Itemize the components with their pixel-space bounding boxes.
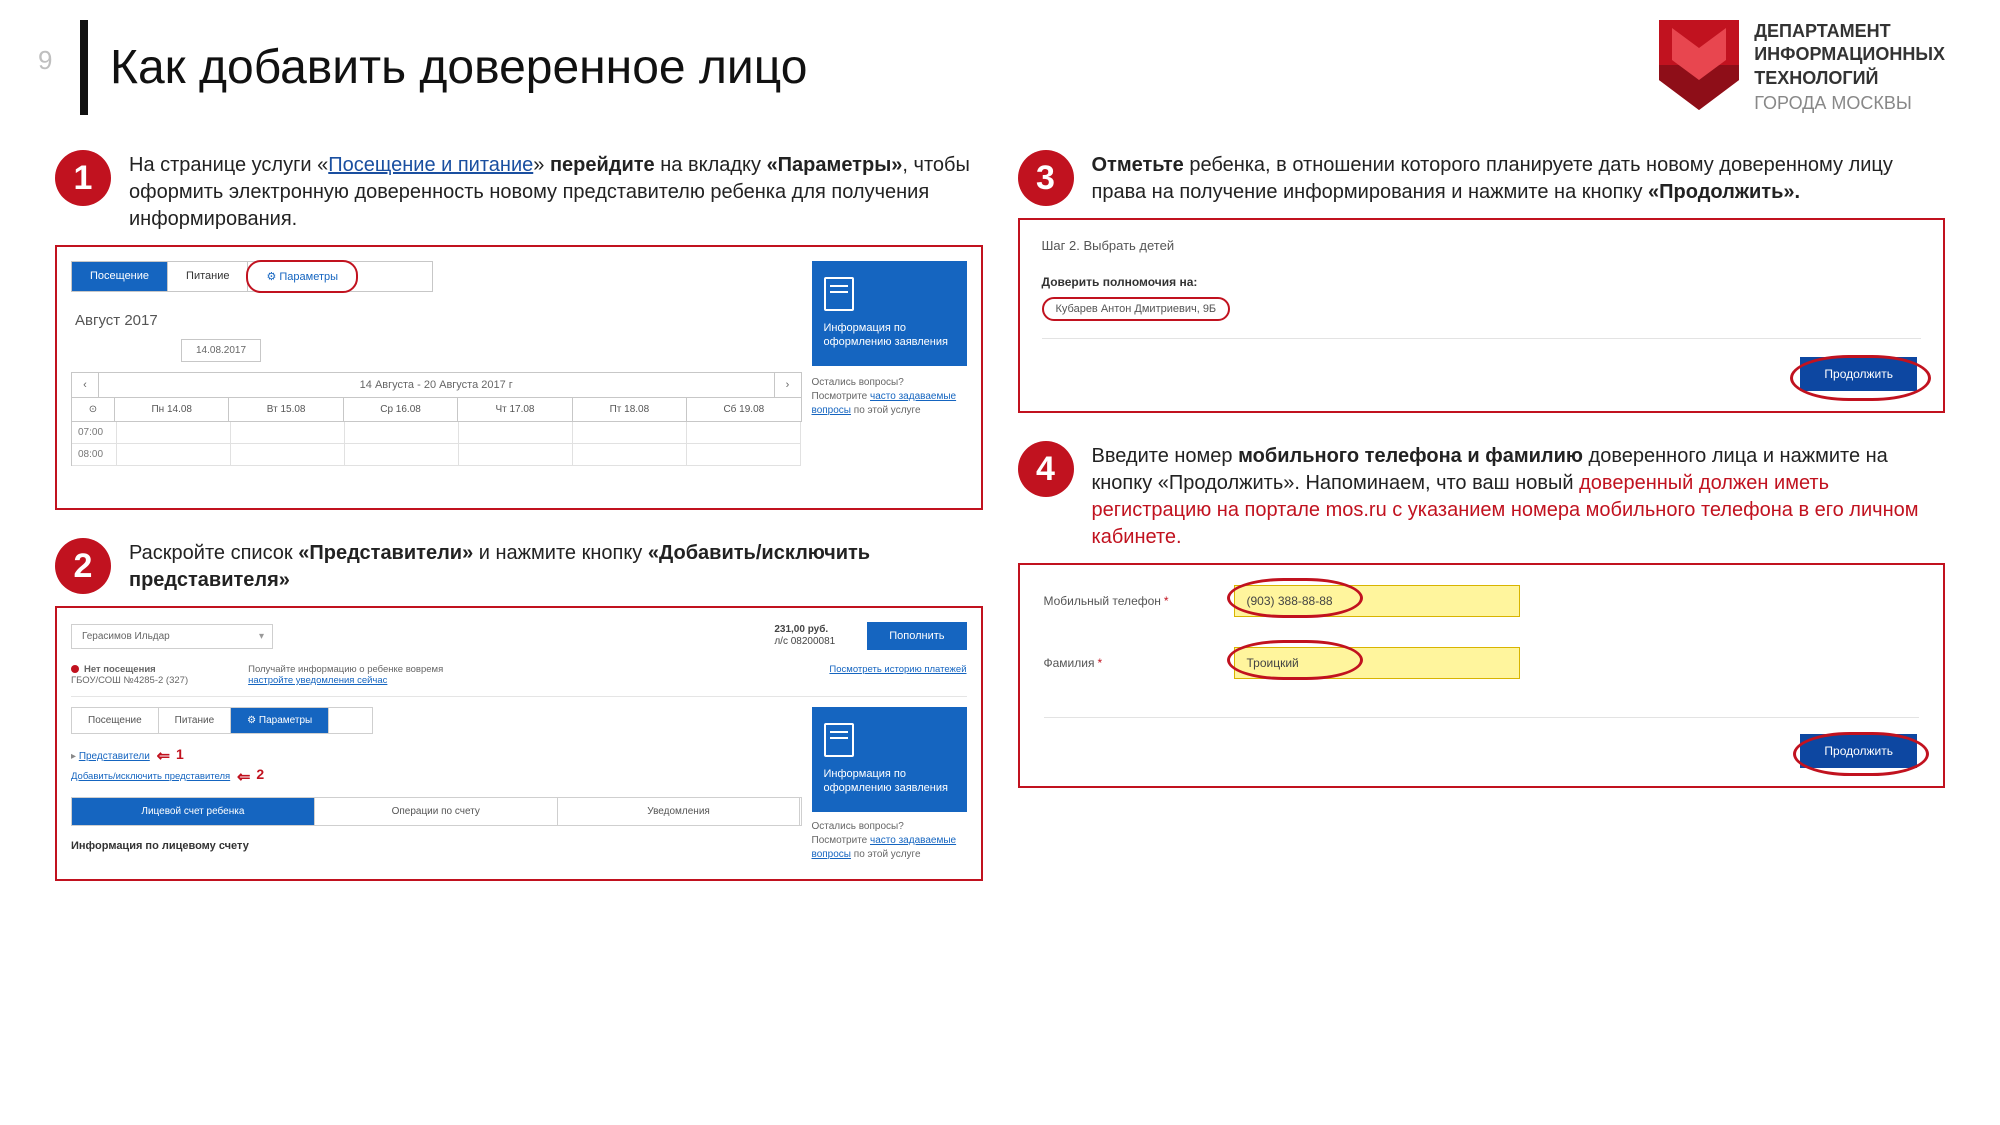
step-badge-3: 3 (1018, 150, 1074, 206)
tab-meals[interactable]: Питание (168, 262, 248, 291)
reps-link[interactable]: Представители (79, 751, 150, 762)
week-prev[interactable]: ‹ (72, 373, 98, 397)
step-4: 4 Введите номер мобильного телефона и фа… (1018, 441, 1946, 551)
title-accent (80, 20, 88, 115)
logo-line4: ГОРОДА МОСКВЫ (1754, 92, 1945, 115)
logo-line2: ИНФОРМАЦИОННЫХ (1754, 43, 1945, 66)
screenshot-4: Мобильный телефон* (903) 388-88-88 Фамил… (1018, 563, 1946, 788)
info-card[interactable]: Информация по оформлению заявления (812, 707, 967, 812)
history-link[interactable]: Посмотреть историю платежей (829, 664, 966, 675)
date-picker[interactable]: 14.08.2017 (181, 339, 261, 362)
highlight-ring (1793, 732, 1929, 776)
step-2-text: Раскройте список «Представители» и нажми… (129, 538, 983, 594)
step-3-text: Отметьте ребенка, в отношении которого п… (1092, 150, 1946, 206)
surname-input[interactable]: Троицкий (1234, 647, 1520, 679)
step-badge-1: 1 (55, 150, 111, 206)
service-link[interactable]: Посещение и питание (328, 154, 533, 176)
step-badge-4: 4 (1018, 441, 1074, 497)
time-row: 08:00 (71, 444, 802, 466)
step-badge-2: 2 (55, 538, 111, 594)
continue-button[interactable]: Продолжить (1800, 357, 1917, 391)
tab-account[interactable]: Лицевой счет ребенка (72, 798, 315, 825)
screenshot-3: Шаг 2. Выбрать детей Доверить полномочия… (1018, 218, 1946, 413)
account-heading: Информация по лицевому счету (71, 840, 802, 852)
tab-params[interactable]: ⚙ Параметры (231, 708, 329, 733)
wizard-step: Шаг 2. Выбрать детей (1042, 238, 1922, 253)
tab-params[interactable]: ⚙ Параметры (246, 260, 358, 293)
status-badge: Нет посещения (84, 664, 156, 675)
shield-icon (1659, 20, 1739, 110)
surname-label: Фамилия* (1044, 656, 1234, 670)
arrow-icon: ⇐ (237, 769, 250, 786)
time-row: 07:00 (71, 422, 802, 444)
step-3: 3 Отметьте ребенка, в отношении которого… (1018, 150, 1946, 206)
phone-label: Мобильный телефон* (1044, 594, 1234, 608)
days-header: ⊙Пн 14.08Вт 15.08Ср 16.08Чт 17.08Пт 18.0… (71, 398, 802, 422)
logo-line3: ТЕХНОЛОГИЙ (1754, 67, 1945, 90)
tab-notif[interactable]: Уведомления (558, 798, 801, 825)
tab-attendance[interactable]: Посещение (72, 262, 168, 291)
add-rep-link[interactable]: Добавить/исключить представителя (71, 771, 230, 782)
step-1: 1 На странице услуги «Посещение и питани… (55, 150, 983, 233)
child-checkbox[interactable]: Кубарев Антон Дмитриевич, 9Б (1042, 297, 1231, 321)
screenshot-1: Посещение Питание ⚙ Параметры Август 201… (55, 245, 983, 510)
tabs-row: Посещение Питание ⚙ Параметры (71, 261, 433, 292)
dept-logo: ДЕПАРТАМЕНТ ИНФОРМАЦИОННЫХ ТЕХНОЛОГИЙ ГО… (1659, 20, 1945, 116)
faq-block: Остались вопросы? Посмотрите часто задав… (812, 376, 967, 418)
arrow-icon: ⇐ (157, 748, 170, 765)
week-range: 14 Августа - 20 Августа 2017 г (98, 373, 775, 397)
tab-attendance[interactable]: Посещение (72, 708, 159, 733)
tab-meals[interactable]: Питание (159, 708, 231, 733)
week-next[interactable]: › (775, 373, 801, 397)
month-label: Август 2017 (75, 312, 802, 329)
screenshot-2: Герасимов Ильдар 231,00 руб.л/с 08200081… (55, 606, 983, 881)
tab-ops[interactable]: Операции по счету (315, 798, 558, 825)
step-1-text: На странице услуги «Посещение и питание»… (129, 150, 983, 233)
child-select[interactable]: Герасимов Ильдар (71, 624, 273, 649)
faq-block: Остались вопросы? Посмотрите часто задав… (812, 820, 967, 862)
page-title: Как добавить доверенное лицо (110, 40, 807, 95)
logo-line1: ДЕПАРТАМЕНТ (1754, 20, 1945, 43)
page-number: 9 (38, 45, 52, 76)
step-2: 2 Раскройте список «Представители» и наж… (55, 538, 983, 594)
balance: 231,00 руб.л/с 08200081 (774, 624, 835, 648)
notif-link[interactable]: настройте уведомления сейчас (248, 675, 387, 686)
info-card[interactable]: Информация по оформлению заявления (812, 261, 967, 366)
document-icon (824, 723, 854, 757)
phone-input[interactable]: (903) 388-88-88 (1234, 585, 1520, 617)
section-label: Доверить полномочия на: (1042, 275, 1922, 289)
topup-button[interactable]: Пополнить (867, 622, 966, 650)
document-icon (824, 277, 854, 311)
step-4-text: Введите номер мобильного телефона и фами… (1092, 441, 1946, 551)
